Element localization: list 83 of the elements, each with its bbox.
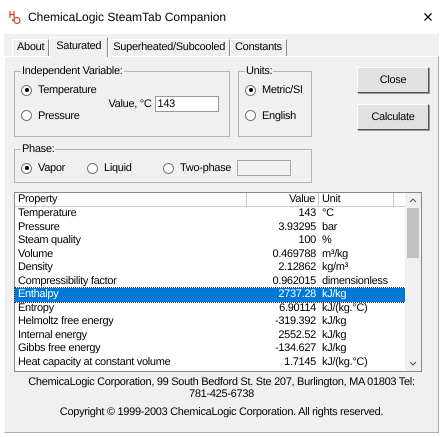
table-row[interactable]: Density 2.12862 kg/m³	[15, 261, 405, 274]
scrollbar[interactable]	[405, 193, 421, 371]
app-logo-icon	[8, 9, 22, 25]
address-text: ChemicaLogic Corporation, 99 South Bedford St. Ste 207, Burlington, MA 01803 Tel: 781-425-6738	[27, 376, 416, 400]
table-cell-text: Pressure	[17, 220, 61, 234]
table-cell-text: Compressibility factor	[17, 274, 118, 288]
table-cell-text: -319.392	[274, 315, 317, 328]
radio-label: Liquid	[104, 161, 132, 176]
column-header[interactable]: Value	[247, 193, 319, 207]
table-cell-text: kg/m³	[321, 261, 348, 274]
table-cell-text: -134.627	[274, 342, 317, 356]
value-label: Value, °C	[108, 96, 152, 112]
radio-label: Temperature	[38, 83, 96, 98]
table-cell-text: m³/kg	[321, 248, 348, 261]
radio-label: Vapor	[38, 161, 66, 176]
table-row[interactable]: Compressibility factor 0.962015 dimensionless	[15, 274, 405, 288]
table-cell-text: Density	[17, 261, 54, 274]
table-row[interactable]: Volume 0.469788 m³/kg	[15, 248, 405, 261]
table-cell-text: Internal energy	[17, 328, 88, 342]
radio-label: Two-phase	[180, 161, 232, 176]
radio-label: Metric/SI	[262, 83, 303, 98]
table-cell-text: 2552.52	[277, 328, 317, 342]
tab[interactable]: Saturated	[49, 37, 108, 57]
tab[interactable]: Superheated/Subcooled	[108, 39, 230, 56]
table-cell-text: kJ/kg	[321, 342, 346, 356]
table-cell-text: Volume	[17, 248, 54, 261]
scrollbar-thumb[interactable]	[407, 208, 419, 258]
value-field[interactable]: 143	[154, 96, 219, 112]
table-cell-text: 143	[298, 207, 317, 220]
group-title: Independent Variable:	[21, 64, 124, 78]
table-row[interactable]: Steam quality 100 %	[15, 234, 405, 248]
table-cell-text: kJ/(kg.°C)	[321, 356, 368, 369]
close-icon[interactable]: ×	[422, 8, 433, 26]
table-cell-text: Helmoltz free energy	[17, 315, 115, 328]
table-cell-text: 2737.28	[277, 288, 317, 302]
table-cell-text: 3.93295	[277, 220, 317, 234]
radio-button[interactable]	[245, 110, 256, 122]
table-cell-text: Entropy	[17, 302, 55, 315]
table-cell-text: 1.7145	[283, 356, 317, 369]
radio-button[interactable]	[87, 162, 98, 174]
radio-button[interactable]	[163, 162, 174, 174]
table-cell-text: 0.962015	[272, 274, 317, 288]
table-cell-text: bar	[321, 220, 337, 234]
table-cell-text: 0.469788	[272, 248, 317, 261]
table-cell-text: °C	[321, 207, 334, 220]
table-cell-text: Temperature	[17, 207, 78, 220]
dialog-button[interactable]: Close	[357, 67, 429, 93]
column-header[interactable]: Property	[15, 193, 247, 207]
window-title: ChemicaLogic SteamTab Companion	[28, 9, 226, 26]
radio-label: Pressure	[38, 108, 80, 124]
table-row[interactable]: Pressure 3.93295 bar	[15, 220, 405, 234]
tab[interactable]: Constants	[230, 39, 287, 56]
table-cell-text: Heat capacity at constant volume	[17, 356, 172, 369]
scroll-down-icon[interactable]	[409, 361, 417, 366]
column-header[interactable]: Unit	[319, 193, 394, 207]
table-cell-text: kJ/(kg.°C)	[321, 302, 368, 315]
radio-button[interactable]	[245, 84, 256, 96]
table-cell-text: Steam quality	[17, 234, 82, 248]
table-row[interactable]: Heat capacity at constant volume 1.7145 kJ/(kg.°C)	[15, 356, 405, 369]
table-row[interactable]: Entropy 6.90114 kJ/(kg.°C)	[15, 302, 405, 315]
table-cell-text: 100	[298, 234, 317, 248]
table-cell-text: kJ/kg	[321, 315, 346, 328]
table-cell-text: Enthalpy	[17, 288, 60, 302]
table-cell-text: kJ/kg	[321, 288, 346, 302]
scroll-up-icon[interactable]	[409, 198, 417, 203]
dialog-button[interactable]: Calculate	[357, 104, 429, 130]
table-cell-text: Gibbs free energy	[17, 342, 102, 356]
radio-label: English	[262, 108, 296, 124]
radio-button[interactable]	[21, 162, 32, 174]
table-cell-text: kJ/kg	[321, 328, 346, 342]
copyright-text: Copyright © 1999-2003 ChemicaLogic Corporation. All rights reserved.	[58, 406, 384, 418]
table-cell-text: dimensionless	[321, 274, 388, 288]
tab[interactable]: About	[12, 39, 50, 56]
table-cell-text: %	[321, 234, 332, 248]
table-row[interactable]: Gibbs free energy -134.627 kJ/kg	[15, 342, 405, 356]
table-row[interactable]: Internal energy 2552.52 kJ/kg	[15, 328, 405, 342]
table-row[interactable]: Temperature 143 °C	[15, 207, 405, 220]
table-row[interactable]: Helmoltz free energy -319.392 kJ/kg	[15, 315, 405, 328]
table-row[interactable]: Enthalpy 2737.28 kJ/kg	[15, 288, 405, 302]
table-cell-text: 2.12862	[277, 261, 317, 274]
radio-button[interactable]	[21, 110, 32, 122]
table-cell-text: 6.90114	[278, 302, 317, 315]
radio-button[interactable]	[21, 84, 32, 96]
